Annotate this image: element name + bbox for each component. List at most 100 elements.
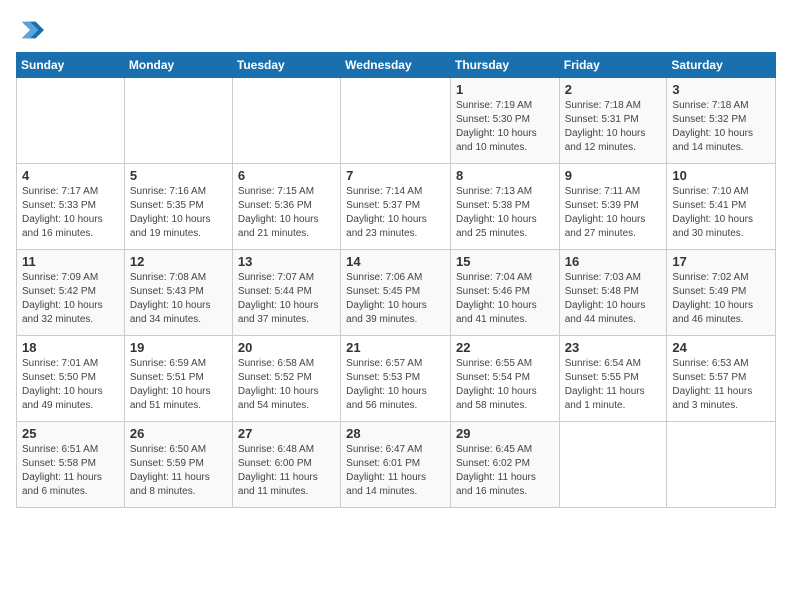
day-number: 26 (130, 426, 227, 441)
day-info: Sunrise: 7:15 AM Sunset: 5:36 PM Dayligh… (238, 185, 335, 241)
day-number: 1 (456, 82, 554, 97)
day-cell: 18 Sunrise: 7:01 AM Sunset: 5:50 PM Dayli… (17, 336, 125, 422)
day-number: 13 (238, 254, 335, 269)
day-cell: 14 Sunrise: 7:06 AM Sunset: 5:45 PM Dayli… (341, 250, 451, 336)
day-number: 27 (238, 426, 335, 441)
day-cell: 26 Sunrise: 6:50 AM Sunset: 5:59 PM Dayli… (124, 422, 232, 508)
day-cell: 1Sunrise: 7:19 AM Sunset: 5:30 PM Daylig… (450, 78, 559, 164)
day-number: 12 (130, 254, 227, 269)
day-cell: 28 Sunrise: 6:47 AM Sunset: 6:01 PM Dayli… (341, 422, 451, 508)
day-info: Sunrise: 7:07 AM Sunset: 5:44 PM Dayligh… (238, 271, 335, 327)
day-info: Sunrise: 7:04 AM Sunset: 5:46 PM Dayligh… (456, 271, 554, 327)
day-cell: 8 Sunrise: 7:13 AM Sunset: 5:38 PM Daylig… (450, 164, 559, 250)
day-number: 2 (565, 82, 662, 97)
day-number: 18 (22, 340, 119, 355)
day-number: 8 (456, 168, 554, 183)
day-cell: 24 Sunrise: 6:53 AM Sunset: 5:57 PM Dayli… (667, 336, 776, 422)
day-number: 16 (565, 254, 662, 269)
day-cell: 9Sunrise: 7:11 AM Sunset: 5:39 PM Daylig… (559, 164, 667, 250)
day-number: 5 (130, 168, 227, 183)
header-monday: Monday (124, 53, 232, 78)
day-info: Sunrise: 6:48 AM Sunset: 6:00 PM Dayligh… (238, 443, 335, 499)
day-info: Sunrise: 7:18 AM Sunset: 5:31 PM Dayligh… (565, 99, 662, 155)
day-cell: 19 Sunrise: 6:59 AM Sunset: 5:51 PM Dayli… (124, 336, 232, 422)
logo-icon (16, 16, 44, 44)
day-number: 28 (346, 426, 445, 441)
day-info: Sunrise: 6:57 AM Sunset: 5:53 PM Dayligh… (346, 357, 445, 413)
day-number: 3 (672, 82, 770, 97)
week-row-4: 18 Sunrise: 7:01 AM Sunset: 5:50 PM Dayli… (17, 336, 776, 422)
day-cell: 12 Sunrise: 7:08 AM Sunset: 5:43 PM Dayli… (124, 250, 232, 336)
day-info: Sunrise: 7:11 AM Sunset: 5:39 PM Dayligh… (565, 185, 662, 241)
day-info: Sunrise: 7:14 AM Sunset: 5:37 PM Dayligh… (346, 185, 445, 241)
day-info: Sunrise: 6:55 AM Sunset: 5:54 PM Dayligh… (456, 357, 554, 413)
day-number: 22 (456, 340, 554, 355)
day-number: 10 (672, 168, 770, 183)
day-info: Sunrise: 6:54 AM Sunset: 5:55 PM Dayligh… (565, 357, 662, 413)
day-cell (559, 422, 667, 508)
day-cell: 7 Sunrise: 7:14 AM Sunset: 5:37 PM Daylig… (341, 164, 451, 250)
day-number: 24 (672, 340, 770, 355)
day-number: 29 (456, 426, 554, 441)
day-cell: 23 Sunrise: 6:54 AM Sunset: 5:55 PM Dayli… (559, 336, 667, 422)
day-info: Sunrise: 7:03 AM Sunset: 5:48 PM Dayligh… (565, 271, 662, 327)
day-number: 11 (22, 254, 119, 269)
day-cell (124, 78, 232, 164)
header-thursday: Thursday (450, 53, 559, 78)
day-cell (232, 78, 340, 164)
day-cell (341, 78, 451, 164)
day-cell: 17 Sunrise: 7:02 AM Sunset: 5:49 PM Dayli… (667, 250, 776, 336)
day-info: Sunrise: 7:08 AM Sunset: 5:43 PM Dayligh… (130, 271, 227, 327)
header (16, 16, 776, 44)
day-info: Sunrise: 6:50 AM Sunset: 5:59 PM Dayligh… (130, 443, 227, 499)
day-cell: 11 Sunrise: 7:09 AM Sunset: 5:42 PM Dayli… (17, 250, 125, 336)
page-container: SundayMondayTuesdayWednesdayThursdayFrid… (0, 0, 792, 516)
day-cell: 3 Sunrise: 7:18 AM Sunset: 5:32 PM Daylig… (667, 78, 776, 164)
day-number: 17 (672, 254, 770, 269)
calendar-header-row: SundayMondayTuesdayWednesdayThursdayFrid… (17, 53, 776, 78)
day-cell: 29 Sunrise: 6:45 AM Sunset: 6:02 PM Dayli… (450, 422, 559, 508)
day-number: 4 (22, 168, 119, 183)
week-row-5: 25 Sunrise: 6:51 AM Sunset: 5:58 PM Dayli… (17, 422, 776, 508)
header-saturday: Saturday (667, 53, 776, 78)
day-cell: 2 Sunrise: 7:18 AM Sunset: 5:31 PM Daylig… (559, 78, 667, 164)
day-info: Sunrise: 7:17 AM Sunset: 5:33 PM Dayligh… (22, 185, 119, 241)
day-number: 14 (346, 254, 445, 269)
day-cell: 22 Sunrise: 6:55 AM Sunset: 5:54 PM Dayli… (450, 336, 559, 422)
day-cell: 16 Sunrise: 7:03 AM Sunset: 5:48 PM Dayli… (559, 250, 667, 336)
day-cell (667, 422, 776, 508)
day-info: Sunrise: 7:01 AM Sunset: 5:50 PM Dayligh… (22, 357, 119, 413)
day-cell: 27 Sunrise: 6:48 AM Sunset: 6:00 PM Dayli… (232, 422, 340, 508)
logo (16, 16, 48, 44)
day-cell (17, 78, 125, 164)
week-row-1: 1Sunrise: 7:19 AM Sunset: 5:30 PM Daylig… (17, 78, 776, 164)
day-cell: 20Sunrise: 6:58 AM Sunset: 5:52 PM Dayli… (232, 336, 340, 422)
day-number: 6 (238, 168, 335, 183)
day-info: Sunrise: 6:47 AM Sunset: 6:01 PM Dayligh… (346, 443, 445, 499)
day-info: Sunrise: 6:59 AM Sunset: 5:51 PM Dayligh… (130, 357, 227, 413)
day-cell: 15Sunrise: 7:04 AM Sunset: 5:46 PM Dayli… (450, 250, 559, 336)
day-number: 7 (346, 168, 445, 183)
day-info: Sunrise: 6:58 AM Sunset: 5:52 PM Dayligh… (238, 357, 335, 413)
day-cell: 21 Sunrise: 6:57 AM Sunset: 5:53 PM Dayli… (341, 336, 451, 422)
day-cell: 25 Sunrise: 6:51 AM Sunset: 5:58 PM Dayli… (17, 422, 125, 508)
day-number: 21 (346, 340, 445, 355)
week-row-2: 4 Sunrise: 7:17 AM Sunset: 5:33 PM Daylig… (17, 164, 776, 250)
day-cell: 13 Sunrise: 7:07 AM Sunset: 5:44 PM Dayli… (232, 250, 340, 336)
day-info: Sunrise: 7:13 AM Sunset: 5:38 PM Dayligh… (456, 185, 554, 241)
day-info: Sunrise: 7:06 AM Sunset: 5:45 PM Dayligh… (346, 271, 445, 327)
day-info: Sunrise: 6:51 AM Sunset: 5:58 PM Dayligh… (22, 443, 119, 499)
week-row-3: 11 Sunrise: 7:09 AM Sunset: 5:42 PM Dayli… (17, 250, 776, 336)
day-info: Sunrise: 7:18 AM Sunset: 5:32 PM Dayligh… (672, 99, 770, 155)
day-number: 25 (22, 426, 119, 441)
day-info: Sunrise: 7:02 AM Sunset: 5:49 PM Dayligh… (672, 271, 770, 327)
day-number: 19 (130, 340, 227, 355)
day-info: Sunrise: 6:45 AM Sunset: 6:02 PM Dayligh… (456, 443, 554, 499)
day-info: Sunrise: 7:16 AM Sunset: 5:35 PM Dayligh… (130, 185, 227, 241)
day-cell: 6 Sunrise: 7:15 AM Sunset: 5:36 PM Daylig… (232, 164, 340, 250)
day-cell: 10Sunrise: 7:10 AM Sunset: 5:41 PM Dayli… (667, 164, 776, 250)
day-info: Sunrise: 6:53 AM Sunset: 5:57 PM Dayligh… (672, 357, 770, 413)
day-info: Sunrise: 7:09 AM Sunset: 5:42 PM Dayligh… (22, 271, 119, 327)
day-number: 23 (565, 340, 662, 355)
header-friday: Friday (559, 53, 667, 78)
